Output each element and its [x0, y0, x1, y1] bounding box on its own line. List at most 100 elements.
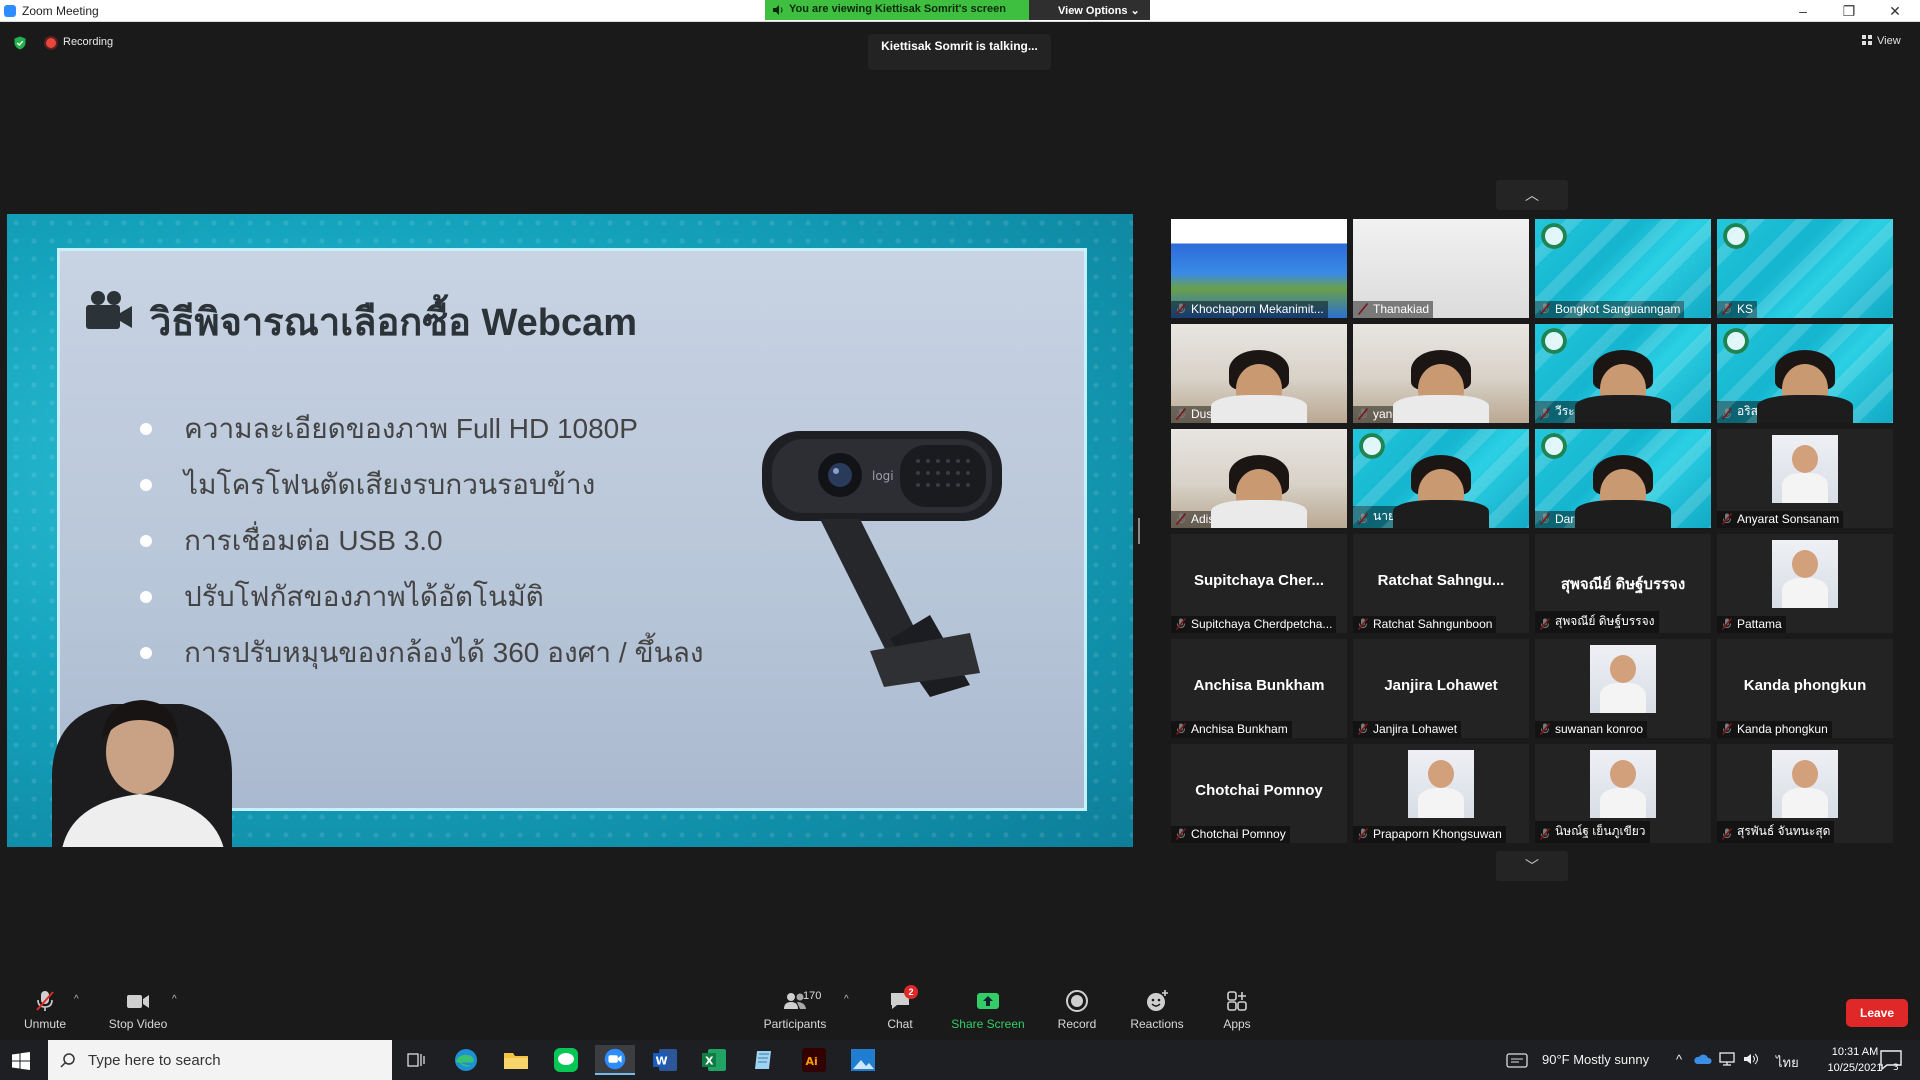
participant-tile[interactable]: suwanan konroo	[1535, 639, 1711, 738]
split-divider-handle[interactable]	[1138, 518, 1140, 544]
participant-name-label: Khochaporn Mekanimit...	[1171, 301, 1328, 318]
participant-tile[interactable]: yanee loetsungnoen	[1353, 324, 1529, 423]
participant-tile[interactable]: Ratchat Sahngu... Ratchat Sahngunboon	[1353, 534, 1529, 633]
chat-label: Chat	[887, 1017, 913, 1031]
apps-label: Apps	[1223, 1017, 1251, 1031]
windows-taskbar: Type here to search W X Ai 90°F Mostly s…	[0, 1040, 1920, 1080]
gallery-previous-page-button[interactable]: ︿	[1496, 180, 1568, 210]
chat-button[interactable]: 2 Chat	[860, 985, 940, 1031]
view-options-label: View Options	[1058, 5, 1128, 17]
video-options-caret[interactable]: ^	[172, 994, 177, 1005]
share-banner-text: You are viewing Kiettisak Somrit's scree…	[789, 3, 1006, 15]
participant-display-name: Kanda phongkun	[1743, 677, 1867, 694]
share-screen-button[interactable]: Share Screen	[948, 989, 1028, 1031]
school-logo-icon	[1541, 328, 1567, 354]
participant-tile[interactable]: สุพจณีย์ ดิษฐ์บรรจง สุพจณีย์ ดิษฐ์บรรจง	[1535, 534, 1711, 633]
participant-gallery: Khochaporn Mekanimit... Thanakiad Bongkot …	[1171, 219, 1893, 843]
document-app-icon[interactable]	[744, 1045, 784, 1075]
participant-tile[interactable]: Daraporn	[1535, 429, 1711, 528]
school-logo-icon	[1359, 433, 1385, 459]
unmute-button[interactable]: Unmute	[5, 989, 85, 1031]
view-label: View	[1877, 35, 1901, 47]
participant-tile[interactable]: Thanakiad	[1353, 219, 1529, 318]
photos-icon[interactable]	[843, 1045, 883, 1075]
profile-picture	[1408, 750, 1474, 818]
title-bar: Zoom Meeting You are viewing Kiettisak S…	[0, 0, 1920, 22]
reactions-label: Reactions	[1130, 1017, 1184, 1031]
reactions-button[interactable]: Reactions	[1117, 989, 1197, 1031]
participant-tile[interactable]: Supitchaya Cher... Supitchaya Cherdpetcha…	[1171, 534, 1347, 633]
task-view-icon[interactable]	[396, 1045, 436, 1075]
zoom-taskbar-icon[interactable]	[595, 1045, 635, 1075]
weather-text[interactable]: 90°F Mostly sunny	[1542, 1052, 1649, 1067]
apps-button[interactable]: Apps	[1197, 989, 1277, 1031]
record-button[interactable]: Record	[1037, 989, 1117, 1031]
participant-name-label: suwanan konroo	[1535, 721, 1648, 738]
leave-button[interactable]: Leave	[1846, 999, 1908, 1027]
volume-icon[interactable]	[1742, 1051, 1760, 1067]
participant-tile[interactable]: Anyarat Sonsanam	[1717, 429, 1893, 528]
participant-tile[interactable]: Dusiya Puksi	[1171, 324, 1347, 423]
participant-tile[interactable]: Anchisa Bunkham Anchisa Bunkham	[1171, 639, 1347, 738]
minimize-button[interactable]: –	[1788, 2, 1818, 20]
participant-tile[interactable]: อริสรา ศิลาแมง	[1717, 324, 1893, 423]
record-icon	[1066, 990, 1088, 1012]
participants-button[interactable]: 170 Participants	[755, 989, 835, 1031]
taskbar-search-box[interactable]: Type here to search	[48, 1040, 392, 1080]
edge-browser-icon[interactable]	[446, 1045, 486, 1075]
audio-options-caret[interactable]: ^	[74, 994, 79, 1005]
file-explorer-icon[interactable]	[496, 1045, 536, 1075]
stop-video-label: Stop Video	[108, 1017, 168, 1031]
video-camera-icon	[86, 291, 132, 329]
muted-microphone-icon	[1540, 408, 1550, 420]
illustrator-icon[interactable]: Ai	[794, 1045, 834, 1075]
search-placeholder: Type here to search	[88, 1052, 221, 1069]
view-options-button[interactable]: View Options ⌄	[1029, 0, 1150, 20]
notifications-icon[interactable]: 3	[1878, 1048, 1904, 1072]
participant-display-name: สุพจณีย์ ดิษฐ์บรรจง	[1560, 576, 1686, 593]
participant-tile[interactable]: Bongkot Sanguanngam	[1535, 219, 1711, 318]
participant-tile[interactable]: Kanda phongkun Kanda phongkun	[1717, 639, 1893, 738]
participant-tile[interactable]: นิษณ์ฐ เย็นภูเขียว	[1535, 744, 1711, 843]
input-language[interactable]: ไทย	[1776, 1052, 1799, 1073]
participants-options-caret[interactable]: ^	[844, 994, 849, 1005]
show-hidden-icons-chevron[interactable]: ^	[1676, 1052, 1682, 1067]
webcam-image: logi	[762, 431, 1002, 697]
participant-count: 170	[803, 990, 822, 1002]
participant-tile[interactable]: นาย อธิพัฒน์ ตาพันธ์	[1353, 429, 1529, 528]
participant-name-label: Kanda phongkun	[1717, 721, 1832, 738]
security-shield-icon[interactable]	[13, 36, 27, 50]
excel-icon[interactable]: X	[694, 1045, 734, 1075]
stop-video-button[interactable]: Stop Video	[98, 989, 178, 1031]
windows-start-icon[interactable]	[12, 1052, 30, 1070]
participant-tile[interactable]: Khochaporn Mekanimit...	[1171, 219, 1347, 318]
participant-tile[interactable]: Chotchai Pomnoy Chotchai Pomnoy	[1171, 744, 1347, 843]
word-icon[interactable]: W	[645, 1045, 685, 1075]
participant-tile[interactable]: วีระ บุญพันธ์	[1535, 324, 1711, 423]
participant-tile[interactable]: KS	[1717, 219, 1893, 318]
video-camera-icon	[127, 995, 149, 1008]
view-button[interactable]: View	[1862, 35, 1901, 47]
participant-body	[1575, 500, 1671, 528]
slide-title: วิธีพิจารณาเลือกซื้อ Webcam	[150, 302, 638, 344]
participant-tile[interactable]: Prapaporn Khongsuwan	[1353, 744, 1529, 843]
maximize-button[interactable]: ❐	[1834, 2, 1864, 20]
gallery-next-page-button[interactable]: ﹀	[1496, 851, 1568, 881]
muted-microphone-icon	[1540, 513, 1550, 525]
participant-tile[interactable]: Janjira Lohawet Janjira Lohawet	[1353, 639, 1529, 738]
network-icon[interactable]	[1718, 1051, 1736, 1067]
line-app-icon[interactable]	[546, 1045, 586, 1075]
close-button[interactable]: ✕	[1880, 2, 1910, 20]
slide-bullet: ปรับโฟกัสของภาพได้อัตโนมัติ	[140, 569, 704, 625]
participant-tile[interactable]: Adisorn Prakobthum	[1171, 429, 1347, 528]
participant-tile[interactable]: สุรพันธ์ จันทนะสุด	[1717, 744, 1893, 843]
participant-tile[interactable]: Pattama	[1717, 534, 1893, 633]
screen-share-banner: You are viewing Kiettisak Somrit's scree…	[765, 0, 1029, 20]
school-logo-icon	[1723, 328, 1749, 354]
slide-bullet: ไมโครโฟนตัดเสียงรบกวนรอบข้าง	[140, 457, 704, 513]
onedrive-cloud-icon[interactable]	[1694, 1051, 1712, 1067]
window-title: Zoom Meeting	[22, 4, 99, 18]
participant-body	[1211, 395, 1307, 423]
recording-label[interactable]: Recording	[63, 36, 113, 48]
weather-icon[interactable]	[1504, 1050, 1530, 1070]
